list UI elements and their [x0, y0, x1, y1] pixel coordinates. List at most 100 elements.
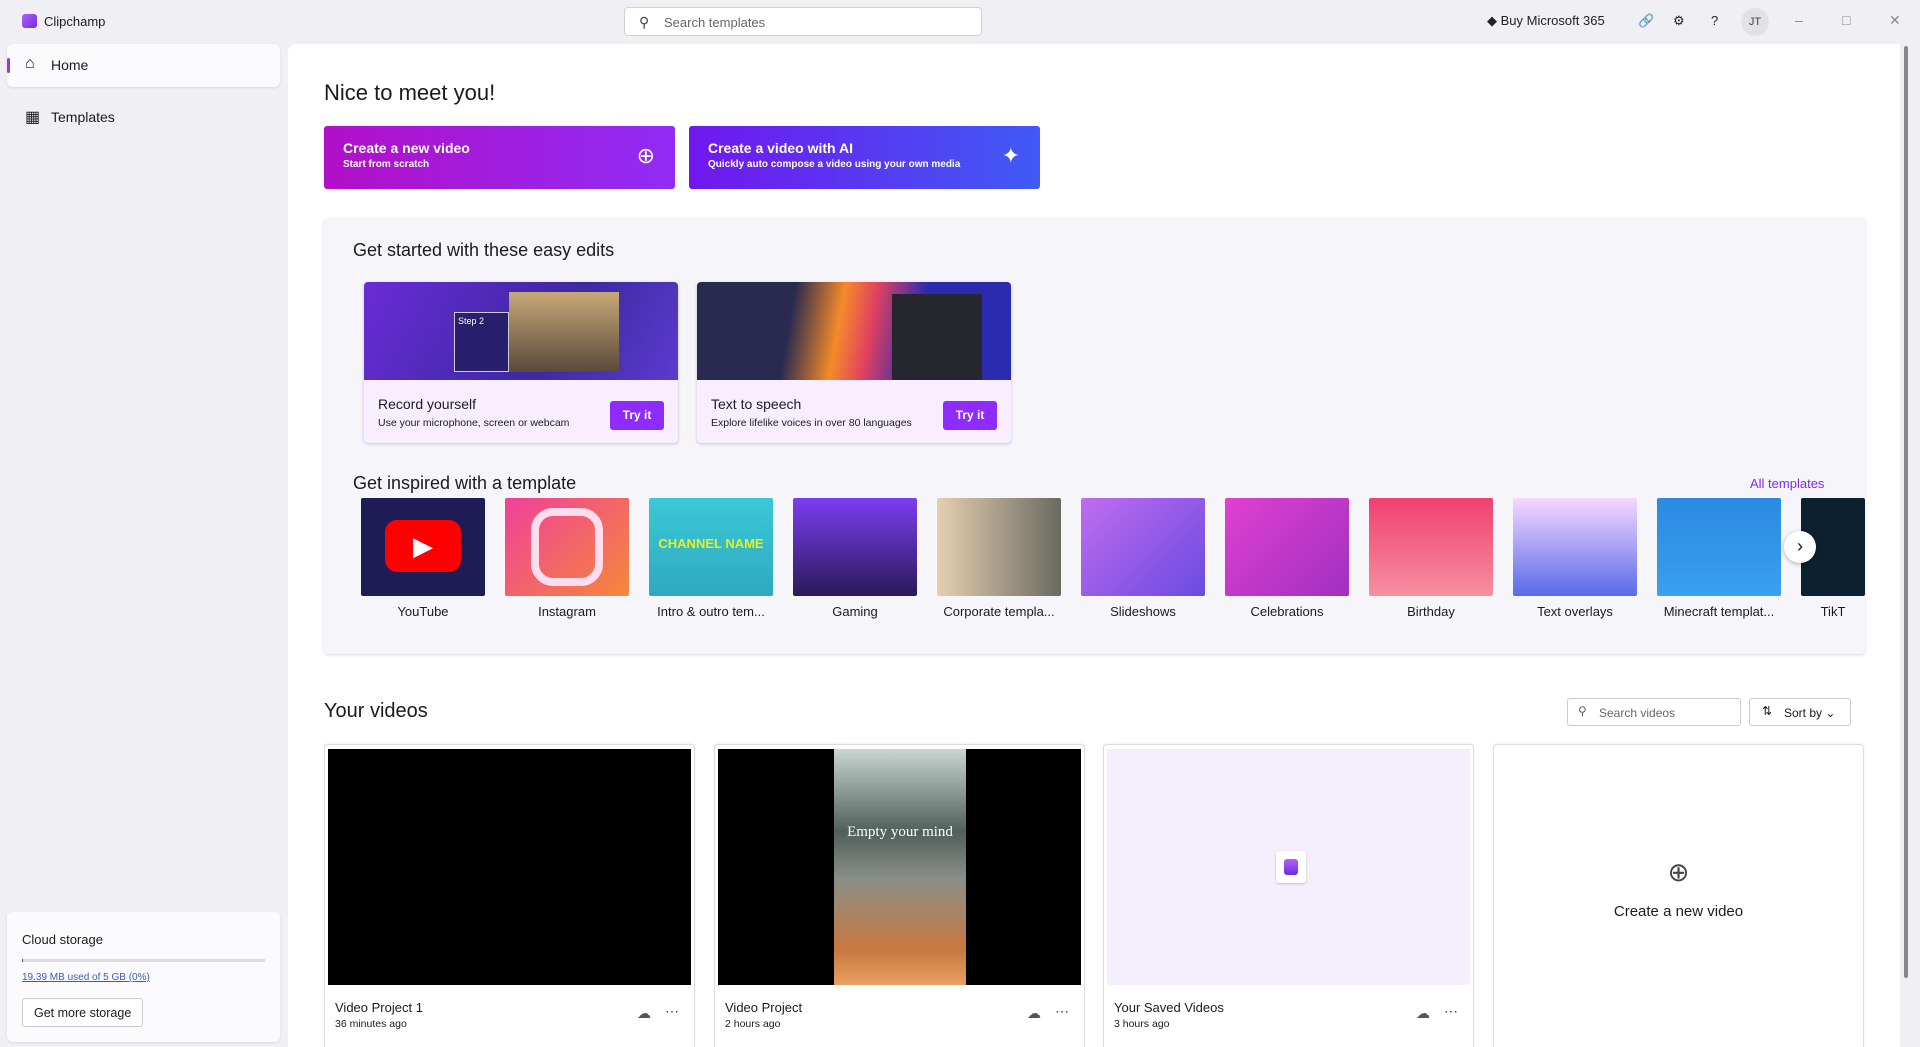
video-card[interactable]: Video Project 1 36 minutes ago ☁ ⋯ — [324, 744, 695, 1047]
template-thumbnail[interactable] — [937, 498, 1061, 596]
template-thumbnail[interactable]: ▶ — [361, 498, 485, 596]
template-label[interactable]: Instagram — [505, 604, 629, 619]
home-icon: ⌂ — [25, 55, 35, 72]
clipchamp-logo-icon — [22, 14, 37, 28]
cloud-off-icon: ☁ — [1027, 1005, 1041, 1021]
more-options-icon[interactable]: ⋯ — [665, 1003, 679, 1020]
plus-circle-icon: ⊕ — [1667, 857, 1690, 887]
sidebar-item-label: Templates — [51, 109, 115, 125]
plus-circle-icon: ⊕ — [636, 143, 655, 168]
search-placeholder: Search videos — [1599, 706, 1676, 720]
close-icon[interactable]: ✕ — [1889, 12, 1901, 29]
template-label[interactable]: Text overlays — [1513, 604, 1637, 619]
minimize-icon[interactable]: – — [1795, 12, 1803, 28]
storage-bar-fill — [22, 959, 23, 962]
template-thumbnail[interactable] — [1225, 498, 1349, 596]
cta-subtitle: Quickly auto compose a video using your … — [708, 159, 961, 170]
buy-microsoft-365-button[interactable]: ◆ Buy Microsoft 365 — [1487, 13, 1605, 29]
template-label[interactable]: Corporate templa... — [937, 604, 1061, 619]
template-thumbnail[interactable] — [1657, 498, 1781, 596]
youtube-play-icon: ▶ — [385, 520, 461, 572]
template-thumbnail[interactable] — [1081, 498, 1205, 596]
template-label[interactable]: YouTube — [361, 604, 485, 619]
search-icon: ⚲ — [1578, 704, 1587, 718]
video-card[interactable]: Empty your mind Video Project 2 hours ago ☁… — [714, 744, 1085, 1047]
search-templates-input[interactable]: ⚲ Search templates — [624, 7, 982, 36]
template-thumbnail[interactable] — [1369, 498, 1493, 596]
sort-label: Sort by — [1784, 706, 1823, 720]
templates-icon: ▦ — [25, 109, 41, 126]
gear-icon[interactable]: ⚙ — [1673, 13, 1685, 29]
video-card[interactable]: Your Saved Videos 3 hours ago ☁ ⋯ — [1103, 744, 1474, 1047]
diamond-icon: ◆ — [1487, 13, 1497, 28]
template-label[interactable]: Celebrations — [1225, 604, 1349, 619]
video-thumbnail — [328, 749, 691, 985]
template-label[interactable]: Birthday — [1369, 604, 1493, 619]
create-video-with-ai-button[interactable]: Create a video with AI Quickly auto compo… — [689, 126, 1040, 189]
cloud-storage-panel: Cloud storage 19.39 MB used of 5 GB (0%)… — [7, 912, 280, 1042]
template-label[interactable]: Slideshows — [1081, 604, 1205, 619]
template-label[interactable]: Minecraft templat... — [1657, 604, 1781, 619]
create-new-video-button[interactable]: Create a new video Start from scratch ⊕ — [324, 126, 675, 189]
cta-subtitle: Start from scratch — [343, 159, 430, 170]
search-videos-input[interactable]: ⚲ Search videos — [1567, 698, 1741, 726]
storage-title: Cloud storage — [22, 932, 103, 947]
text-to-speech-card[interactable]: Text to speech Explore lifelike voices i… — [697, 282, 1011, 443]
scrollbar[interactable] — [1904, 46, 1908, 978]
video-thumbnail — [1107, 749, 1470, 985]
template-thumbnail[interactable] — [793, 498, 917, 596]
record-yourself-card[interactable]: Step 2 Record yourself Use your micropho… — [364, 282, 678, 443]
buy-label: Buy Microsoft 365 — [1500, 13, 1605, 28]
video-name: Video Project — [725, 1000, 803, 1015]
template-thumbnail[interactable]: CHANNEL NAME — [649, 498, 773, 596]
sidebar-item-home[interactable]: ⌂ Home — [7, 44, 280, 87]
easy-edits-title: Get started with these easy edits — [353, 240, 615, 260]
record-yourself-image: Step 2 — [364, 282, 678, 380]
active-indicator — [7, 58, 10, 73]
card-subtitle: Explore lifelike voices in over 80 langu… — [711, 417, 912, 429]
template-thumbnail[interactable] — [505, 498, 629, 596]
card-subtitle: Use your microphone, screen or webcam — [378, 417, 570, 429]
cta-title: Create a new video — [343, 140, 470, 156]
template-label[interactable]: Gaming — [793, 604, 917, 619]
step-label: Step 2 — [454, 312, 509, 372]
sidebar-item-templates[interactable]: ▦ Templates — [7, 96, 280, 139]
cloud-off-icon: ☁ — [637, 1005, 651, 1021]
try-it-button[interactable]: Try it — [610, 401, 664, 430]
share-icon[interactable]: 🔗 — [1638, 13, 1654, 29]
app-name: Clipchamp — [44, 14, 106, 29]
template-thumbnail[interactable] — [1513, 498, 1637, 596]
sort-icon: ⇅ — [1762, 704, 1773, 718]
template-label[interactable]: Intro & outro tem... — [649, 604, 773, 619]
templates-title: Get inspired with a template — [353, 473, 577, 493]
all-templates-link[interactable]: All templates — [1750, 476, 1824, 491]
card-title: Text to speech — [711, 396, 802, 412]
avatar[interactable]: JT — [1741, 8, 1769, 36]
create-new-video-label: Create a new video — [1613, 903, 1744, 920]
card-title: Record yourself — [378, 396, 477, 412]
storage-bar — [22, 959, 265, 962]
text-to-speech-image — [697, 282, 1011, 380]
cloud-off-icon: ☁ — [1416, 1005, 1430, 1021]
thumbnail-text: Empty your mind — [834, 749, 966, 985]
restore-icon[interactable]: □ — [1842, 12, 1850, 28]
help-icon[interactable]: ? — [1711, 13, 1718, 28]
video-thumbnail: Empty your mind — [718, 749, 1081, 985]
more-options-icon[interactable]: ⋯ — [1444, 1003, 1458, 1020]
template-label[interactable]: TikT — [1801, 604, 1865, 619]
more-options-icon[interactable]: ⋯ — [1055, 1003, 1069, 1020]
video-time: 2 hours ago — [725, 1018, 781, 1030]
get-more-storage-button[interactable]: Get more storage — [22, 998, 144, 1027]
video-name: Video Project 1 — [335, 1000, 423, 1015]
video-time: 36 minutes ago — [335, 1018, 407, 1030]
sparkle-icon: ✦ — [1001, 143, 1020, 168]
create-new-video-card[interactable]: ⊕ Create a new video — [1493, 744, 1864, 1047]
try-it-button[interactable]: Try it — [943, 401, 997, 430]
video-time: 3 hours ago — [1114, 1018, 1170, 1030]
sidebar-item-label: Home — [51, 57, 89, 73]
storage-usage-link[interactable]: 19.39 MB used of 5 GB (0%) — [22, 972, 150, 983]
next-arrow-button[interactable]: › — [1784, 531, 1816, 563]
sort-by-button[interactable]: ⇅ Sort by ⌄ — [1749, 698, 1851, 726]
clipchamp-logo-icon — [1276, 851, 1306, 883]
search-icon: ⚲ — [639, 14, 650, 30]
